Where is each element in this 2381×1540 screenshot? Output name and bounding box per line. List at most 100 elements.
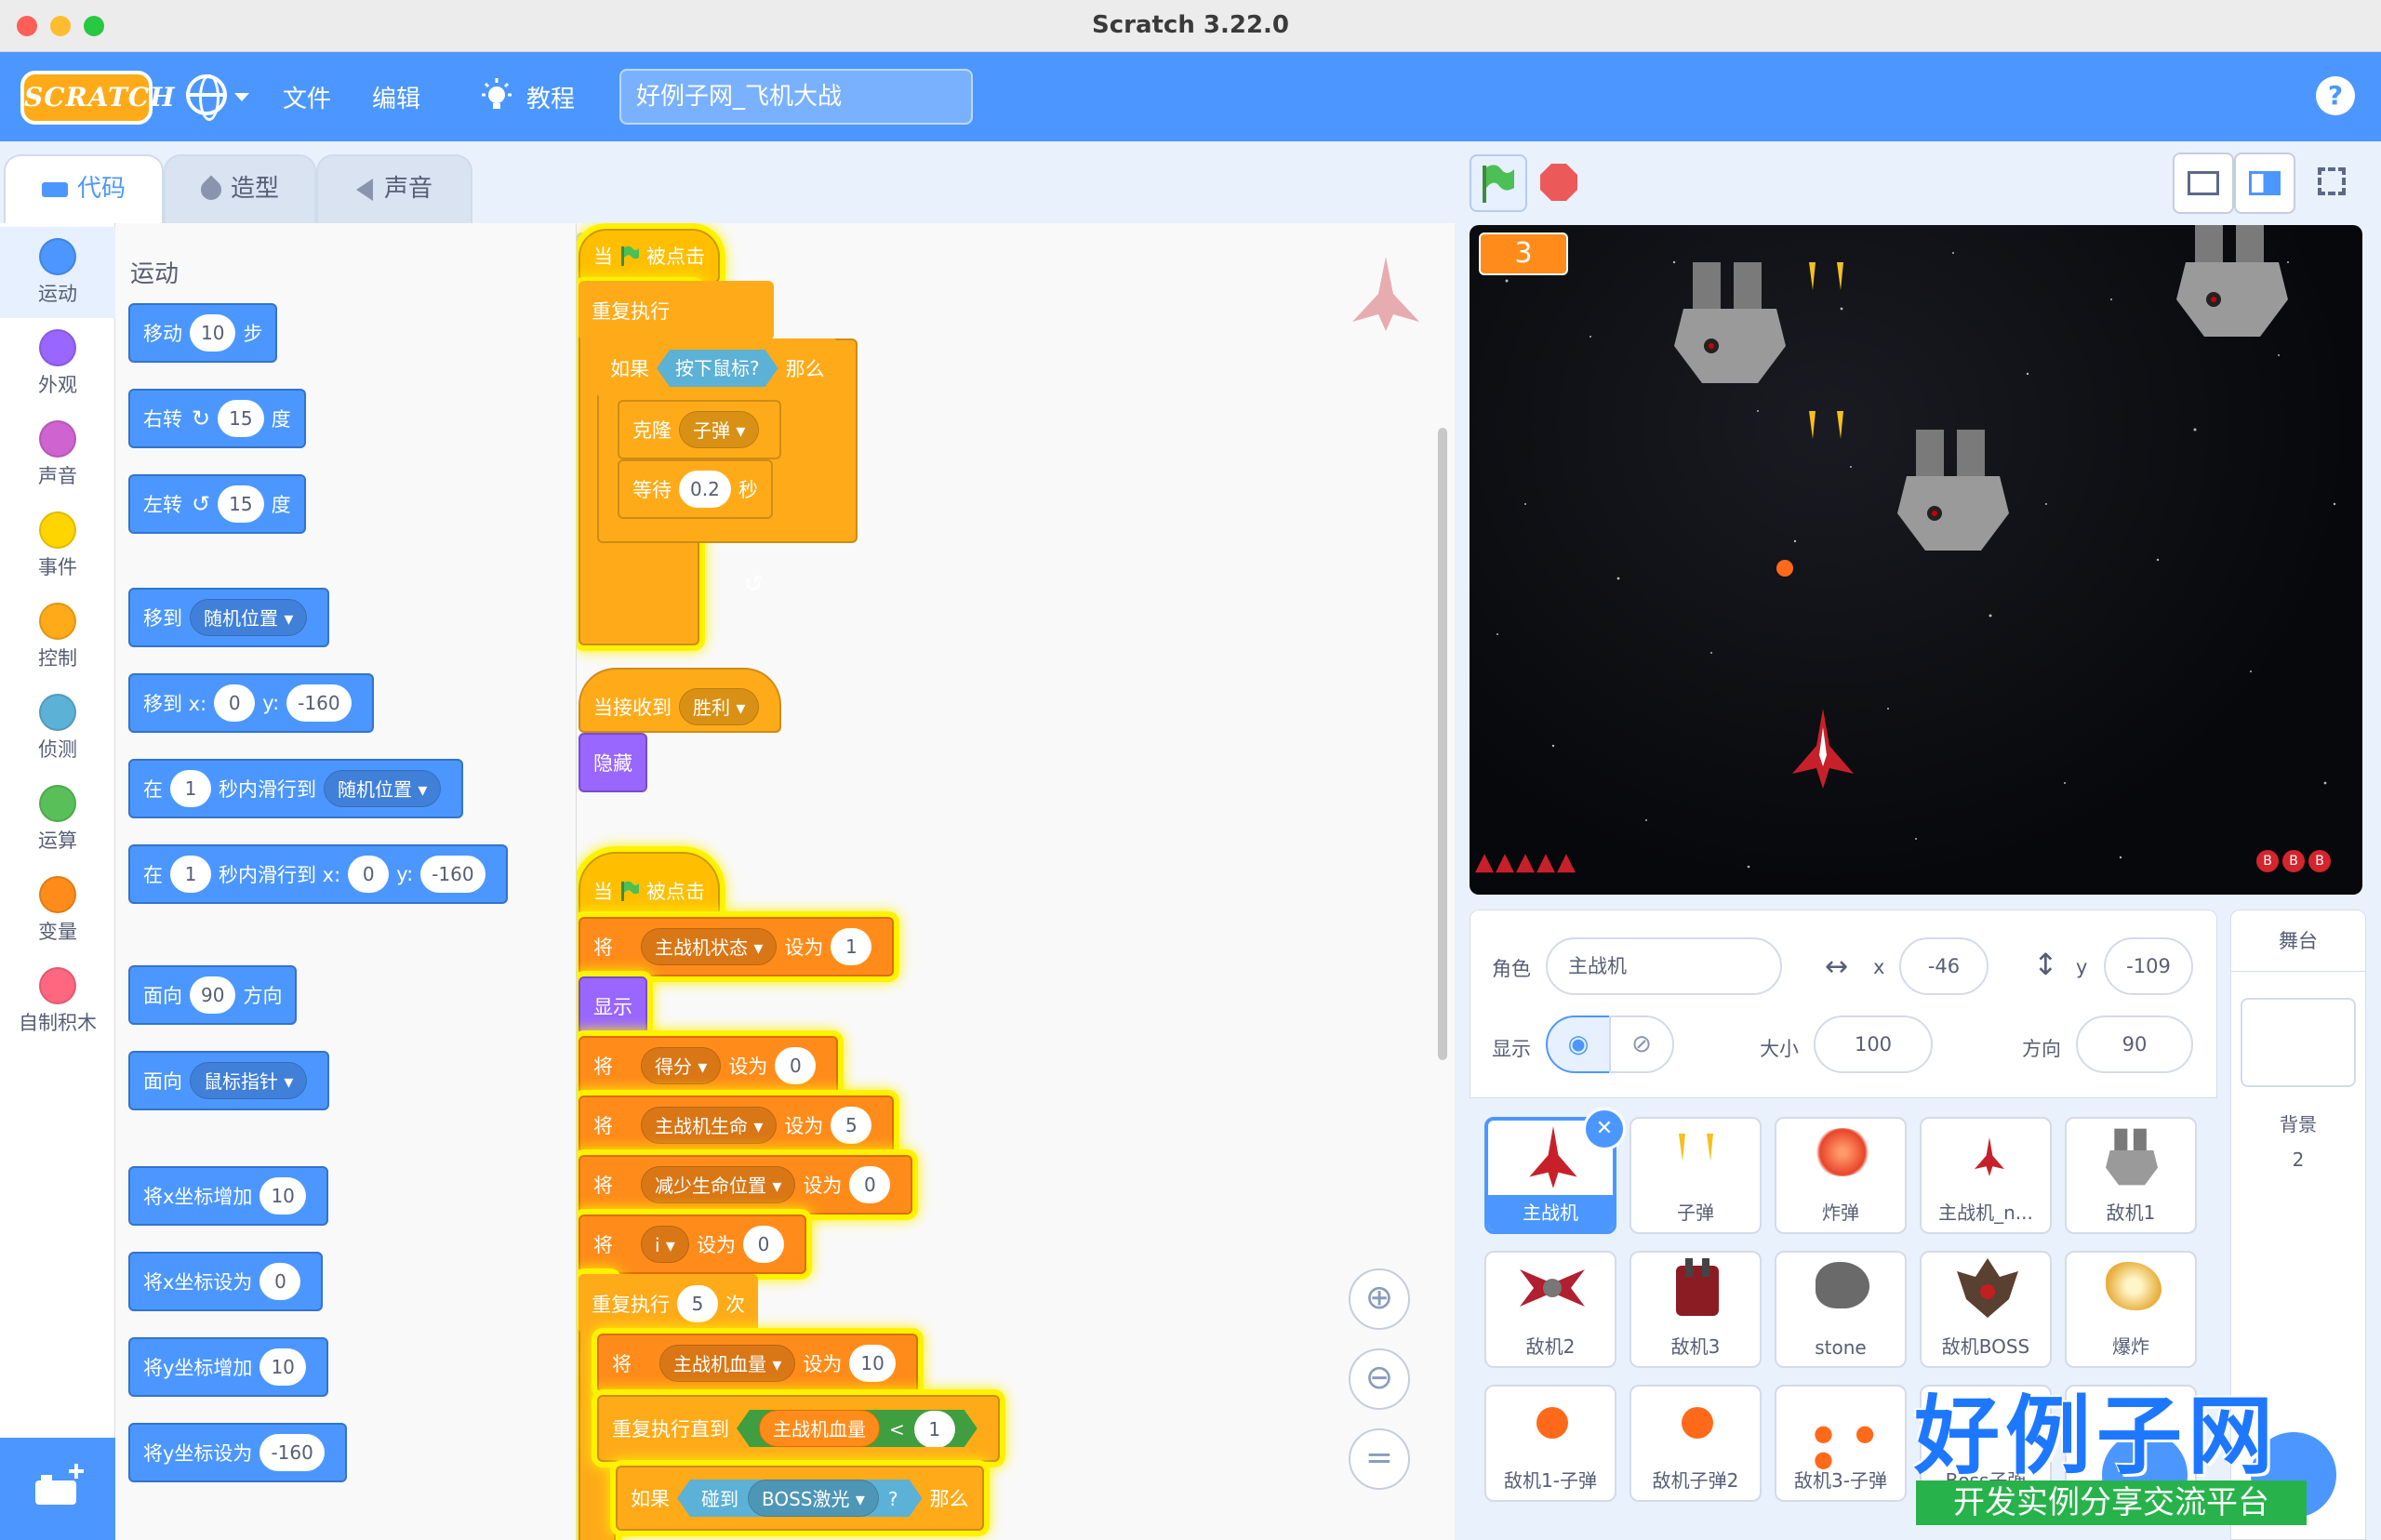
sprite-thumb[interactable]: 敌机1 <box>2065 1117 2197 1234</box>
tab-code[interactable]: 代码 <box>4 154 164 223</box>
add-extension-button[interactable] <box>0 1438 115 1540</box>
block-input[interactable]: -160 <box>259 1434 325 1471</box>
block-dropdown[interactable]: i ▾ <box>641 1226 689 1263</box>
point-direction-block[interactable]: 面向 90 方向 <box>128 965 298 1025</box>
project-title-input[interactable]: 好例子网_飞机大战 <box>619 69 973 125</box>
repeat-until-block[interactable]: 重复执行直到 主战机血量 <1 <box>597 1395 1000 1462</box>
block-dropdown[interactable]: 随机位置 ▾ <box>190 599 308 636</box>
when-flag-clicked-hat-2[interactable]: 当 被点击 <box>579 852 720 917</box>
block-dropdown[interactable]: 减少生命位置 ▾ <box>641 1166 796 1203</box>
set-x-block[interactable]: 将x坐标设为 0 <box>128 1252 324 1311</box>
block-input[interactable]: 15 <box>218 485 264 523</box>
less-than-condition[interactable]: 主战机血量 <1 <box>737 1410 978 1447</box>
block-input[interactable]: 5 <box>831 1107 872 1144</box>
category-operators[interactable]: 运算 <box>0 774 115 865</box>
block-input[interactable]: 10 <box>259 1348 306 1386</box>
file-menu[interactable]: 文件 <box>283 80 331 114</box>
x-input[interactable]: -46 <box>1899 937 1989 995</box>
sprite-thumb[interactable]: 敌机2 <box>1484 1251 1616 1368</box>
block-dropdown[interactable]: 子弹 ▾ <box>679 411 760 448</box>
hide-block[interactable]: 隐藏 <box>579 733 647 792</box>
sprite-thumb[interactable]: 炸弹 <box>1775 1117 1907 1234</box>
script-scrollbar[interactable] <box>1438 428 1447 1060</box>
category-control[interactable]: 控制 <box>0 591 115 683</box>
block-input[interactable]: -160 <box>420 856 486 893</box>
block-input[interactable]: 0 <box>259 1263 301 1300</box>
block-input[interactable]: 1 <box>170 856 211 893</box>
category-sensing[interactable]: 侦测 <box>0 683 115 774</box>
goto-block[interactable]: 移到 随机位置 ▾ <box>128 588 330 647</box>
category-sound[interactable]: 声音 <box>0 409 115 500</box>
clone-block[interactable]: 克隆 子弹 ▾ <box>618 400 782 459</box>
set-i-block[interactable]: 将 i ▾ 设为 0 <box>579 1215 806 1274</box>
when-flag-clicked-hat[interactable]: 当 被点击 <box>579 229 720 283</box>
sprite-thumb[interactable]: 爆炸 <box>2065 1251 2197 1368</box>
tab-sounds[interactable]: 声音 <box>316 154 472 223</box>
sprite-thumb[interactable]: 子弹 <box>1629 1117 1762 1234</box>
block-dropdown[interactable]: 主战机血量 ▾ <box>659 1345 796 1382</box>
block-dropdown[interactable]: 随机位置 ▾ <box>324 770 442 807</box>
y-input[interactable]: -109 <box>2104 937 2193 995</box>
edit-menu[interactable]: 编辑 <box>372 80 420 114</box>
small-stage-button[interactable] <box>2173 153 2234 214</box>
block-input[interactable]: 10 <box>849 1345 896 1382</box>
goto-xy-block[interactable]: 移到 x: 0 y: -160 <box>128 673 374 733</box>
sprite-thumb[interactable]: 敌机3 <box>1629 1251 1762 1368</box>
sprite-thumb[interactable]: 敌机BOSS <box>1920 1251 2052 1368</box>
block-dropdown[interactable]: 胜利 ▾ <box>679 688 760 725</box>
sprite-thumb[interactable]: ● ● ● 敌机3-子弹 <box>1775 1385 1907 1502</box>
normal-stage-button[interactable] <box>2234 153 2295 214</box>
zoom-in-button[interactable]: ⊕ <box>1349 1268 1410 1330</box>
point-towards-block[interactable]: 面向 鼠标指针 ▾ <box>128 1051 330 1110</box>
block-input[interactable]: -160 <box>286 684 352 722</box>
block-input[interactable]: 0 <box>214 684 256 722</box>
block-input[interactable]: 0 <box>742 1226 784 1263</box>
turn-left-block[interactable]: 左转 ↺ 15 度 <box>128 474 306 534</box>
zoom-reset-button[interactable]: = <box>1349 1428 1410 1490</box>
when-receive-hat[interactable]: 当接收到 胜利 ▾ <box>579 668 782 733</box>
mouse-down-condition[interactable]: 按下鼠标? <box>657 350 778 387</box>
show-block[interactable]: 显示 <box>579 976 647 1036</box>
help-icon[interactable]: ? <box>2316 76 2355 115</box>
block-input[interactable]: 0.2 <box>679 471 731 508</box>
size-input[interactable]: 100 <box>1814 1016 1933 1073</box>
set-status-block[interactable]: 将 主战机状态 ▾ 设为 1 <box>579 917 895 976</box>
show-hidden-button[interactable]: ⊘ <box>1609 1016 1674 1073</box>
sprite-name-input[interactable]: 主战机 <box>1546 937 1782 995</box>
show-visible-button[interactable]: ◉ <box>1546 1016 1611 1073</box>
fullscreen-button[interactable] <box>2303 153 2364 214</box>
set-life-pos-block[interactable]: 将 减少生命位置 ▾ 设为 0 <box>579 1155 913 1215</box>
wait-block[interactable]: 等待 0.2 秒 <box>618 459 773 519</box>
block-dropdown[interactable]: 主战机生命 ▾ <box>641 1107 778 1144</box>
sprite-thumb[interactable]: 敌机子弹2 <box>1629 1385 1762 1502</box>
tab-costumes[interactable]: 造型 <box>164 154 316 223</box>
sprite-thumb[interactable]: stone <box>1775 1251 1907 1368</box>
touching-condition[interactable]: 碰到 BOSS激光 ▾? <box>677 1480 923 1517</box>
category-my-blocks[interactable]: 自制积木 <box>0 956 115 1047</box>
glide-block[interactable]: 在 1 秒内滑行到 随机位置 ▾ <box>128 759 464 818</box>
block-input[interactable]: 10 <box>190 314 236 352</box>
turn-right-block[interactable]: 右转 ↻ 15 度 <box>128 389 306 448</box>
block-input[interactable]: 0 <box>348 856 390 893</box>
set-score-block[interactable]: 将 得分 ▾ 设为 0 <box>579 1036 839 1095</box>
block-input[interactable]: 0 <box>849 1166 891 1203</box>
block-dropdown[interactable]: 鼠标指针 ▾ <box>190 1062 308 1099</box>
stop-button[interactable] <box>1540 164 1577 201</box>
sprite-thumb[interactable]: 敌机1-子弹 <box>1484 1385 1616 1502</box>
set-y-block[interactable]: 将y坐标设为 -160 <box>128 1423 347 1482</box>
set-hp-block[interactable]: 将 主战机血量 ▾ 设为 10 <box>597 1334 918 1393</box>
block-dropdown[interactable]: BOSS激光 ▾ <box>748 1480 879 1517</box>
category-motion[interactable]: 运动 <box>0 227 115 318</box>
block-dropdown[interactable]: 主战机状态 ▾ <box>641 928 778 965</box>
block-input[interactable]: 90 <box>190 976 236 1014</box>
set-lives-block[interactable]: 将 主战机生命 ▾ 设为 5 <box>579 1095 895 1155</box>
block-input[interactable]: 1 <box>914 1411 955 1448</box>
direction-input[interactable]: 90 <box>2076 1016 2193 1073</box>
category-looks[interactable]: 外观 <box>0 318 115 409</box>
variable-reporter[interactable]: 主战机血量 <box>759 1410 880 1447</box>
block-input[interactable]: 15 <box>218 400 264 437</box>
if-touching-block[interactable]: 如果 碰到 BOSS激光 ▾? 那么 <box>616 1466 984 1531</box>
change-x-block[interactable]: 将x坐标增加 10 <box>128 1166 328 1226</box>
stage-canvas[interactable]: 3 ▲▲▲▲▲ BBB <box>1470 225 2362 895</box>
sprite-thumb[interactable]: 主战机 ✕ <box>1484 1108 1626 1234</box>
